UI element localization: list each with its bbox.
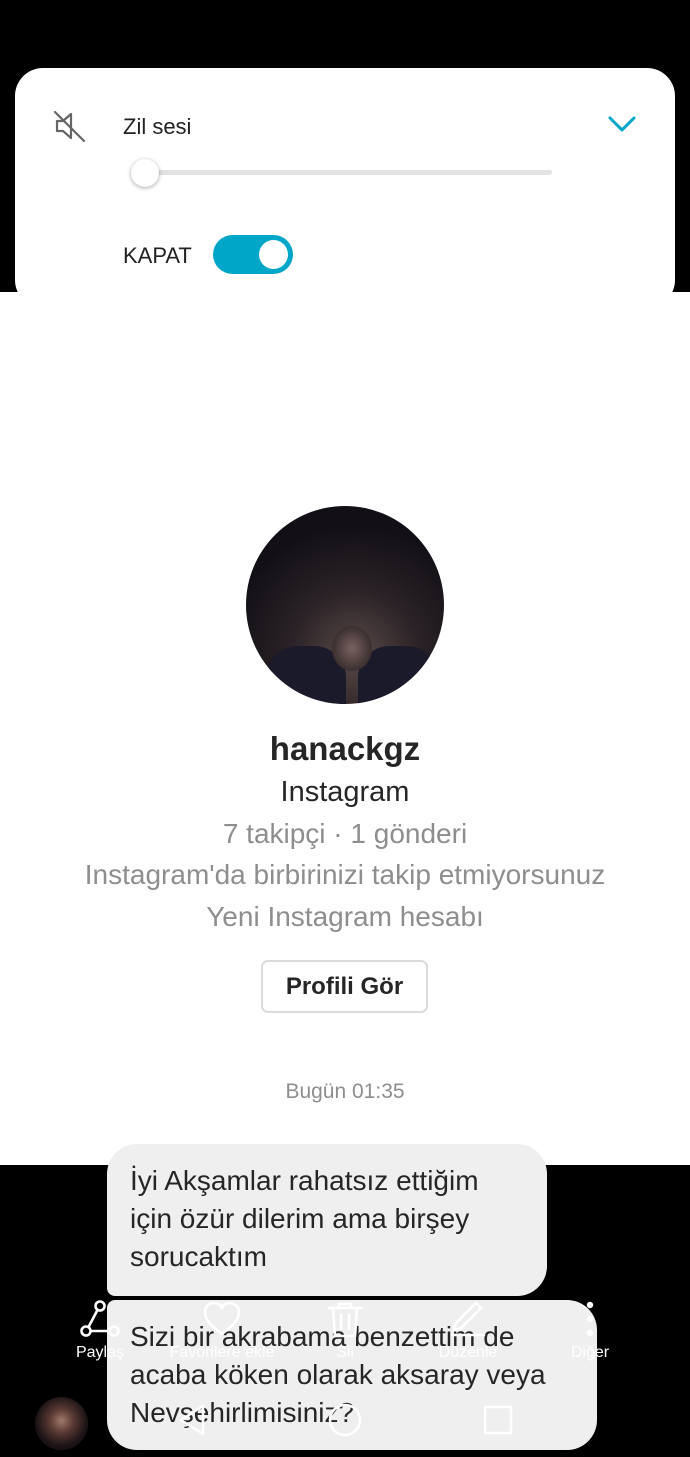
profile-username: hanackgz — [269, 730, 421, 767]
recents-button[interactable] — [468, 1392, 528, 1447]
follow-status-note: Instagram'da birbirinizi takip etmiyorsu… — [84, 859, 606, 890]
message-bubble[interactable]: İyi Akşamlar rahatsız ettiğim için özür … — [107, 1144, 547, 1296]
slider-thumb[interactable] — [131, 159, 159, 187]
delete-label: Sil — [336, 1344, 354, 1361]
favorite-label: Favorilere ekle — [169, 1344, 275, 1361]
share-icon — [80, 1300, 120, 1337]
profile-platform: Instagram — [280, 776, 410, 808]
share-button[interactable]: Paylaş — [30, 1290, 170, 1362]
action-bar: Paylaş Favorilere ekle Sil Düzenle Diğer — [0, 1290, 690, 1370]
ringtone-label: Zil sesi — [123, 114, 192, 139]
new-account-note: Yeni Instagram hesabı — [206, 901, 484, 932]
recents-icon — [483, 1405, 513, 1434]
home-button[interactable] — [315, 1392, 375, 1447]
more-button[interactable]: Diğer — [520, 1290, 660, 1362]
dnd-toggle[interactable] — [213, 235, 293, 274]
heart-icon — [203, 1301, 241, 1336]
dnd-label: KAPAT — [123, 243, 192, 268]
back-icon — [179, 1404, 205, 1435]
share-label: Paylaş — [75, 1344, 125, 1361]
more-vertical-icon — [586, 1301, 594, 1337]
ringtone-volume-slider[interactable] — [143, 170, 552, 175]
home-icon — [328, 1403, 362, 1436]
add-favorite-button[interactable]: Favorilere ekle — [152, 1290, 292, 1362]
profile-stats: 7 takipçi · 1 gönderi — [222, 818, 468, 849]
pencil-icon — [450, 1301, 486, 1337]
trash-icon — [327, 1302, 363, 1338]
delete-button[interactable]: Sil — [275, 1290, 415, 1362]
system-nav-bar — [0, 1392, 690, 1447]
edit-label: Düzenle — [438, 1344, 498, 1361]
back-button[interactable] — [162, 1392, 222, 1447]
edit-button[interactable]: Düzenle — [398, 1290, 538, 1362]
view-profile-button[interactable]: Profili Gör — [261, 960, 428, 1013]
chevron-down-icon[interactable] — [607, 114, 637, 134]
message-timestamp: Bugün 01:35 — [285, 1080, 405, 1103]
profile-avatar[interactable] — [246, 506, 444, 704]
more-label: Diğer — [570, 1344, 610, 1361]
volume-panel: Zil sesi KAPAT — [15, 68, 675, 308]
speaker-muted-icon[interactable] — [51, 108, 87, 144]
chat-screenshot: hanackgz Instagram 7 takipçi · 1 gönderi… — [0, 292, 690, 1450]
